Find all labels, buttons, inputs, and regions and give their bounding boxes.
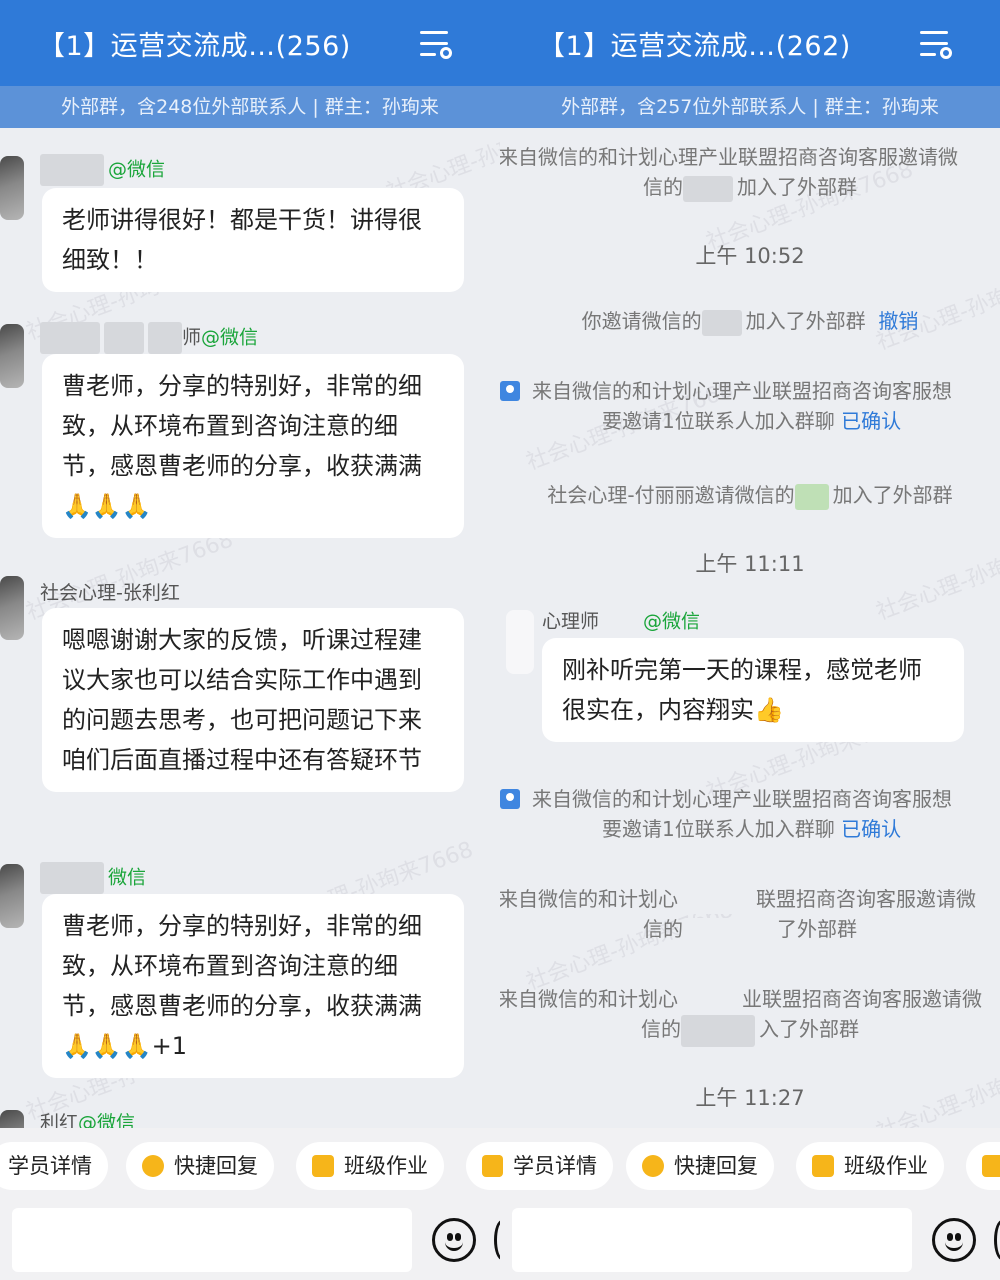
system-message: 来自微信的和计划心 联盟招商咨询客服邀请微 信的 了外部群 xyxy=(500,884,1000,944)
emoji-icon[interactable] xyxy=(432,1218,476,1262)
class-homework-button[interactable]: 班级作业 xyxy=(296,1142,444,1190)
class-homework-button[interactable]: 班级作业 xyxy=(796,1142,944,1190)
checklist-icon xyxy=(500,1155,503,1177)
revoke-link[interactable]: 撤销 xyxy=(878,309,918,333)
system-message: 来自微信的和计划心理产业联盟招商咨询客服邀请微 信的 加入了外部群 xyxy=(500,142,1000,202)
timestamp: 上午 11:11 xyxy=(695,552,805,576)
menu-settings-icon[interactable] xyxy=(420,28,454,60)
quick-reply-icon xyxy=(642,1155,664,1177)
message-list[interactable]: 社会心理-孙珣来7668 社会心理-孙珣来7668 社会心理-孙珣来7668 社… xyxy=(0,128,500,1128)
sender-name: 师@微信 xyxy=(40,322,258,354)
quick-action-bar: 学员详情 快捷回复 班级作业 xyxy=(0,1128,500,1204)
message-bubble[interactable]: 刚补听完第一天的课程，感觉老师很实在，内容翔实👍 xyxy=(542,638,964,742)
input-bar xyxy=(500,1204,1000,1280)
contact-card-icon xyxy=(500,789,520,809)
group-title[interactable]: 【1】运营交流成…(256) xyxy=(38,24,351,63)
quick-reply-button[interactable]: 快捷回复 xyxy=(126,1142,274,1190)
avatar[interactable] xyxy=(0,324,24,388)
avatar[interactable] xyxy=(0,864,24,928)
group-info[interactable]: 外部群，含248位外部联系人 | 群主：孙珣来 xyxy=(0,86,500,128)
checklist-button[interactable] xyxy=(966,1142,1000,1190)
system-message: 来自微信的和计划心理产业联盟招商咨询客服想 要邀请1位联系人加入群聊 已确认 xyxy=(500,376,1000,436)
student-details-button[interactable]: 学员详情 xyxy=(500,1142,613,1190)
message-bubble[interactable]: 嗯嗯谢谢大家的反馈，听课过程建议大家也可以结合实际工作中遇到的问题去思考，也可把… xyxy=(42,608,464,792)
student-details-button[interactable] xyxy=(466,1142,500,1190)
checklist-icon xyxy=(482,1155,500,1177)
message-bubble[interactable]: 老师讲得很好！都是干货！讲得很细致！！ xyxy=(42,188,464,292)
timestamp: 上午 10:52 xyxy=(695,244,805,268)
chat-header: 【1】运营交流成…(262) xyxy=(500,0,1000,86)
input-bar xyxy=(0,1204,500,1280)
system-message: 来自微信的和计划心 业联盟招商咨询客服邀请微 信的 入了外部群 xyxy=(500,984,1000,1047)
quick-action-bar: 学员详情 快捷回复 班级作业 xyxy=(500,1128,1000,1204)
chat-header: 【1】运营交流成…(256) xyxy=(0,0,500,86)
system-message: 来自微信的和计划心理产业联盟招商咨询客服想 要邀请1位联系人加入群聊 已确认 xyxy=(500,784,1000,844)
screenshot: 【1】运营交流成…(256) 外部群，含248位外部联系人 | 群主：孙珣来 社… xyxy=(0,0,1000,1280)
system-message: 你邀请微信的 加入了外部群 撤销 xyxy=(500,306,1000,336)
system-message: 社会心理-付丽丽邀请微信的 加入了外部群 xyxy=(500,480,1000,510)
sender-name: 心理师 @微信 xyxy=(542,606,700,638)
student-details-button[interactable]: 学员详情 xyxy=(0,1142,108,1190)
message-input[interactable] xyxy=(512,1208,912,1272)
avatar[interactable] xyxy=(0,156,24,220)
menu-settings-icon[interactable] xyxy=(920,28,954,60)
avatar[interactable] xyxy=(506,610,534,674)
homework-icon xyxy=(812,1155,834,1177)
left-chat-panel: 【1】运营交流成…(256) 外部群，含248位外部联系人 | 群主：孙珣来 社… xyxy=(0,0,500,1280)
message-input[interactable] xyxy=(12,1208,412,1272)
sender-name: 社会心理-张利红 xyxy=(40,582,180,604)
message-list[interactable]: 社会心理-孙珣来7668 社会心理-孙珣来7668 社会心理-孙珣来7668 社… xyxy=(500,128,1000,1128)
plus-icon[interactable] xyxy=(994,1220,1000,1260)
sender-name: @微信 xyxy=(40,154,165,186)
message-bubble[interactable]: 曹老师，分享的特别好，非常的细致，从环境布置到咨询注意的细节，感恩曹老师的分享，… xyxy=(42,894,464,1078)
checklist-icon xyxy=(982,1155,1000,1177)
confirmed-link[interactable]: 已确认 xyxy=(841,409,901,433)
quick-reply-button[interactable]: 快捷回复 xyxy=(626,1142,774,1190)
homework-icon xyxy=(312,1155,334,1177)
sender-name: 利红@微信 xyxy=(40,1112,136,1128)
group-title[interactable]: 【1】运营交流成…(262) xyxy=(538,24,851,63)
quick-reply-icon xyxy=(142,1155,164,1177)
confirmed-link[interactable]: 已确认 xyxy=(841,817,901,841)
contact-card-icon xyxy=(500,381,520,401)
group-info[interactable]: 外部群，含257位外部联系人 | 群主：孙珣来 xyxy=(500,86,1000,128)
avatar[interactable] xyxy=(0,1110,24,1128)
message-bubble[interactable]: 曹老师，分享的特别好，非常的细致，从环境布置到咨询注意的细节，感恩曹老师的分享，… xyxy=(42,354,464,538)
emoji-icon[interactable] xyxy=(932,1218,976,1262)
timestamp: 上午 11:27 xyxy=(695,1086,805,1110)
right-chat-panel: 【1】运营交流成…(262) 外部群，含257位外部联系人 | 群主：孙珣来 社… xyxy=(500,0,1000,1280)
sender-name: 微信 xyxy=(40,862,146,894)
avatar[interactable] xyxy=(0,576,24,640)
